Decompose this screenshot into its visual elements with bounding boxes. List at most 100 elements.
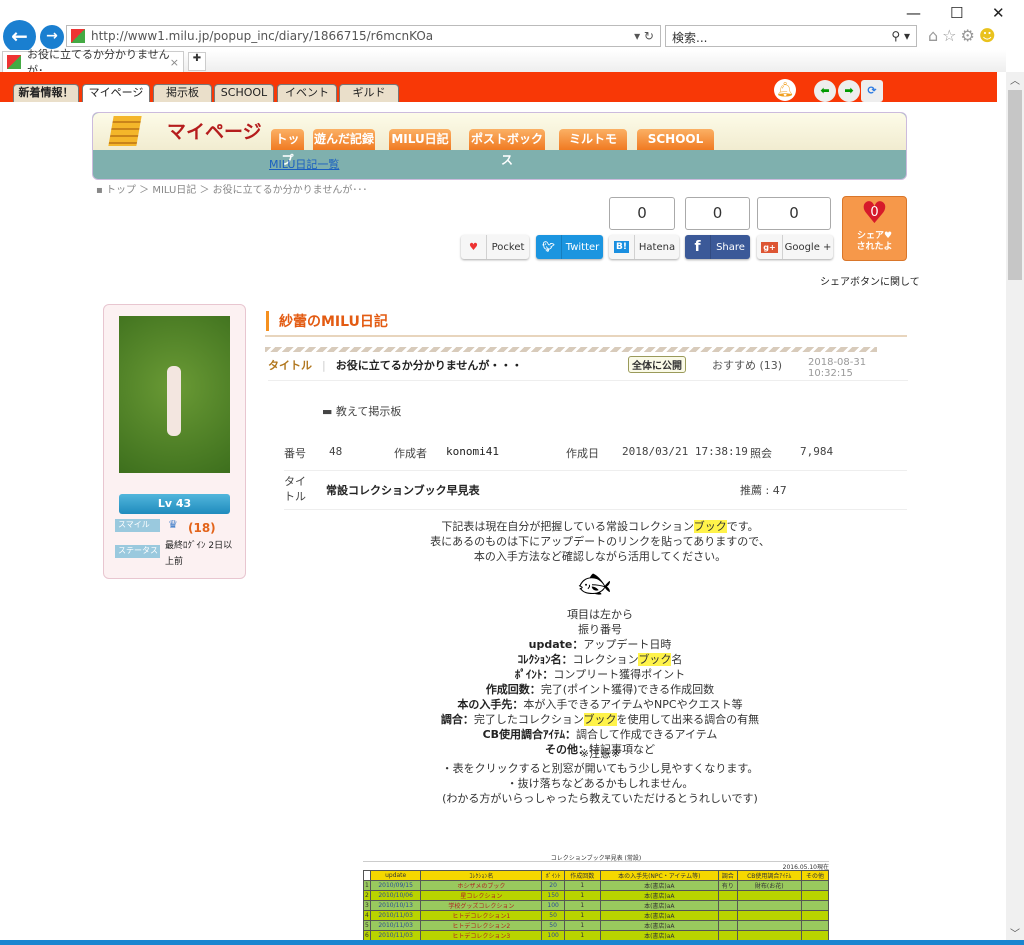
bell-icon[interactable]: 🔔︎: [774, 79, 796, 101]
table-cell: 1: [565, 901, 601, 911]
collection-table[interactable]: updateｺﾚｸｼｮﾝ名ﾎﾟｲﾝﾄ作成回数本の入手先(NPC・アイテム等)調合…: [363, 870, 829, 940]
facebook-icon: f: [685, 235, 711, 259]
stripe-divider: [265, 347, 877, 352]
table-date: 2016.05.10現在: [363, 862, 829, 870]
mp-tab-diary[interactable]: MILU日記: [389, 129, 451, 150]
post-title-row: タイトル 常設コレクションブック早見表 推薦 : 47: [284, 474, 907, 510]
site-tab-event[interactable]: イベント: [277, 84, 337, 102]
visibility-badge: 全体に公開: [628, 356, 686, 373]
table-cell: [737, 901, 801, 911]
breadcrumb-current: お役に立てるか分かりませんが･･･: [213, 185, 368, 196]
table-cell: 6: [364, 931, 371, 941]
mp-tab-top[interactable]: トップ: [271, 129, 304, 150]
browser-tab-bar: お役に立てるか分かりませんが･...× ✚: [0, 50, 1006, 72]
close-button[interactable]: ✕: [992, 4, 1005, 22]
table-row: 52010/11/03ヒトデコレクション2501本(書店)aA: [364, 921, 829, 931]
smiley-icon[interactable]: ☻: [979, 26, 1000, 45]
post-views: 7,984: [800, 445, 833, 458]
gear-icon[interactable]: ⚙: [961, 26, 979, 45]
minimize-button[interactable]: —: [906, 4, 921, 22]
smile-label: スマイル: [115, 519, 160, 532]
table-cell: [719, 891, 737, 901]
home-icon[interactable]: ⌂: [928, 26, 942, 45]
site-tab-board[interactable]: 掲示板: [153, 84, 212, 102]
page-back-icon[interactable]: ⬅: [814, 80, 836, 102]
table-cell: ヒトデコレクション1: [421, 911, 542, 921]
table-row: 42010/11/03ヒトデコレクション1501本(書店)aA: [364, 911, 829, 921]
search-icon[interactable]: ⚲ ▾: [891, 29, 910, 43]
site-tab-guild[interactable]: ギルド: [339, 84, 399, 102]
twitter-button[interactable]: 🐦︎Twitter: [536, 235, 603, 259]
pocket-button[interactable]: ♥Pocket: [461, 235, 529, 259]
table-header-cell: ｺﾚｸｼｮﾝ名: [421, 871, 542, 881]
twitter-bird-icon: 🐦︎: [536, 235, 562, 259]
shared-heart-badge[interactable]: ♥0 シェア♥ されたよ: [842, 196, 907, 261]
google-plus-icon: g+: [757, 235, 783, 259]
post-author[interactable]: konomi41: [446, 445, 499, 458]
notes: ※注意※・表をクリックすると別窓が開いてもう少し見やすくなります。・抜け落ちなど…: [360, 746, 840, 806]
table-cell: [801, 891, 828, 901]
diary-title: お役に立てるか分かりませんが・・・: [336, 359, 523, 372]
mypage-title: マイページ: [167, 117, 262, 144]
divider: [265, 335, 907, 337]
star-icon[interactable]: ☆: [942, 26, 960, 45]
table-cell: 本(書店)aA: [600, 901, 719, 911]
breadcrumb-diary[interactable]: MILU日記: [152, 185, 196, 196]
site-tab-mypage[interactable]: マイページ: [82, 84, 150, 102]
scroll-thumb[interactable]: [1008, 90, 1022, 280]
title-label: タイトル: [268, 359, 312, 372]
table-cell: 本(書店)aA: [600, 931, 719, 941]
new-tab-button[interactable]: ✚: [188, 52, 206, 71]
scroll-up-icon[interactable]: ︿: [1006, 72, 1024, 88]
maximize-button[interactable]: ☐: [950, 4, 963, 22]
mp-tab-school[interactable]: SCHOOL: [637, 129, 714, 150]
crown-icon: ♛: [168, 518, 178, 531]
table-cell: 100: [542, 901, 565, 911]
refresh-icon[interactable]: ▾ ↻: [634, 29, 654, 43]
post-recommend: 推薦 : 47: [740, 482, 787, 498]
scroll-down-icon[interactable]: ﹀: [1006, 925, 1024, 940]
hatena-count: 0: [609, 197, 675, 230]
google-plus-button[interactable]: g+Google +: [757, 235, 833, 259]
table-cell: 2010/11/03: [370, 921, 421, 931]
recommend-count[interactable]: おすすめ (13): [712, 357, 782, 373]
table-cell: 1: [565, 911, 601, 921]
facebook-share-button[interactable]: fShare: [685, 235, 750, 259]
table-title: コレクションブック早見表 (常設): [363, 853, 829, 862]
tab-close-icon[interactable]: ×: [170, 56, 179, 69]
toolbar-icons: ⌂☆⚙☻: [928, 26, 1000, 45]
page-forward-icon[interactable]: ➡: [838, 80, 860, 102]
site-favicon: [71, 29, 85, 43]
mp-tab-records[interactable]: 遊んだ記録: [313, 129, 375, 150]
table-header-cell: 作成回数: [565, 871, 601, 881]
facebook-count: 0: [685, 197, 750, 230]
post-date: 2018/03/21 17:38:19: [622, 445, 748, 458]
table-cell: [801, 901, 828, 911]
site-tab-school[interactable]: SCHOOL: [214, 84, 274, 102]
table-cell: [801, 881, 828, 891]
breadcrumb: ▪ トップ ＞ MILU日記 ＞ お役に立てるか分かりませんが･･･: [96, 181, 367, 196]
hatena-button[interactable]: B!Hatena: [609, 235, 679, 259]
table-header-cell: その他: [801, 871, 828, 881]
table-cell: 2010/11/03: [370, 911, 421, 921]
address-bar[interactable]: http://www1.milu.jp/popup_inc/diary/1866…: [66, 25, 661, 47]
share-about-link[interactable]: シェアボタンに関して: [820, 273, 920, 288]
breadcrumb-top[interactable]: トップ: [106, 185, 136, 196]
mp-tab-milutomo[interactable]: ミルトモ: [559, 129, 627, 150]
search-input[interactable]: 検索...⚲ ▾: [665, 25, 917, 47]
table-cell: [719, 911, 737, 921]
table-cell: 学校グッズコレクション: [421, 901, 542, 911]
table-header-cell: 本の入手先(NPC・アイテム等): [600, 871, 719, 881]
table-cell: [737, 911, 801, 921]
diary-list-link[interactable]: MILU日記一覧: [269, 156, 339, 172]
post-title: 常設コレクションブック早見表: [326, 482, 480, 498]
board-link[interactable]: ▬ 教えて掲示板: [322, 403, 401, 419]
table-cell: ホシザメのブック: [421, 881, 542, 891]
site-tab-news[interactable]: 新着情報！: [13, 84, 79, 102]
mp-tab-postbox[interactable]: ポストボックス: [469, 129, 545, 150]
collection-table-image[interactable]: コレクションブック早見表 (常設) 2016.05.10現在 updateｺﾚｸ…: [363, 853, 829, 940]
browser-tab[interactable]: お役に立てるか分かりませんが･...×: [2, 51, 184, 72]
diary-heading: 紗蕾のMILU日記: [266, 311, 388, 331]
reload-icon[interactable]: ⟳: [861, 80, 883, 102]
vertical-scrollbar[interactable]: ︿ ﹀: [1006, 72, 1024, 940]
